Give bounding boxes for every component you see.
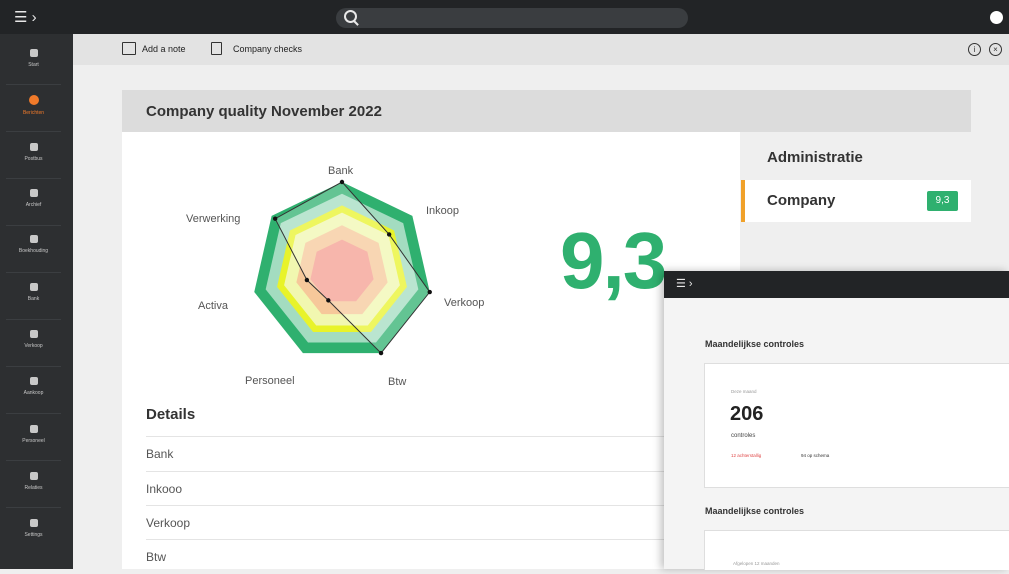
overlay-topbar	[664, 271, 1009, 298]
search-input[interactable]	[336, 8, 688, 28]
checks-count: 206	[730, 403, 764, 425]
message-icon	[28, 95, 39, 105]
gear-icon	[29, 519, 38, 527]
close-icon[interactable]: ×	[989, 43, 1002, 56]
overdue-link[interactable]: 12 achterstallig	[731, 453, 761, 458]
contacts-icon	[29, 472, 38, 480]
radar-point-btw	[378, 350, 384, 356]
hamburger-icon[interactable]: ☰ ›	[14, 8, 37, 26]
chart-icon	[29, 235, 38, 243]
bank-icon	[29, 283, 38, 291]
radar-point-activa	[304, 277, 310, 283]
sidebar-item-settings[interactable]: Settings	[6, 506, 61, 568]
people-icon	[29, 425, 38, 433]
axis-label-verkoop: Verkoop	[444, 297, 485, 309]
axis-label-activa: Activa	[198, 300, 228, 312]
quality-score: 9,3	[560, 216, 667, 305]
axis-label-bank: Bank	[328, 165, 354, 177]
detail-row-verkoop[interactable]: Verkoop	[146, 505, 664, 540]
info-icon[interactable]: i	[968, 43, 981, 56]
radar-point-bank	[339, 179, 345, 185]
radar-point-verwerking	[272, 216, 278, 221]
sidebar: Start Berichten Postbus Archief Boekhoud…	[0, 34, 73, 569]
small-label: Deze maand	[731, 389, 757, 394]
details-title: Details	[146, 406, 196, 423]
add-note-button[interactable]: Add a note	[142, 44, 186, 54]
admin-title: Administratie	[767, 149, 863, 166]
company-label: Company	[767, 192, 836, 209]
hamburger-icon[interactable]: ☰ ›	[676, 277, 693, 290]
on-schedule-link[interactable]: 94 op schema	[801, 453, 829, 458]
avatar[interactable]	[990, 11, 1003, 24]
radar-chart	[254, 179, 432, 356]
company-score-badge: 9,3	[927, 191, 958, 211]
inbox-icon	[29, 143, 38, 151]
search-icon	[344, 10, 357, 23]
edit-note-icon[interactable]	[122, 42, 136, 55]
detail-row-bank[interactable]: Bank	[146, 436, 664, 471]
company-checks-button[interactable]: Company checks	[233, 44, 302, 54]
axis-label-verwerking: Verwerking	[186, 213, 241, 225]
truck-icon	[29, 377, 38, 385]
sales-icon	[29, 330, 38, 338]
axis-label-personeel: Personeel	[245, 375, 295, 387]
checks-unit: controles	[731, 433, 756, 439]
axis-label-inkoop: Inkoop	[426, 205, 460, 217]
page-title: Company quality November 2022	[146, 103, 382, 120]
detail-row-inkoop[interactable]: Inkooo	[146, 471, 664, 506]
radar-point-personeel	[326, 298, 331, 303]
clipboard-icon[interactable]	[211, 42, 222, 55]
active-indicator	[741, 180, 745, 222]
radar-point-inkoop	[386, 232, 392, 237]
archive-icon	[29, 189, 38, 197]
section-title: Maandelijkse controles	[705, 339, 805, 349]
radar-point-verkoop	[427, 289, 432, 295]
axis-label-btw: Btw	[388, 376, 407, 388]
small-label: Afgelopen 12 maanden	[733, 561, 780, 566]
section-title: Maandelijkse controles	[705, 506, 805, 516]
home-icon	[29, 49, 38, 57]
